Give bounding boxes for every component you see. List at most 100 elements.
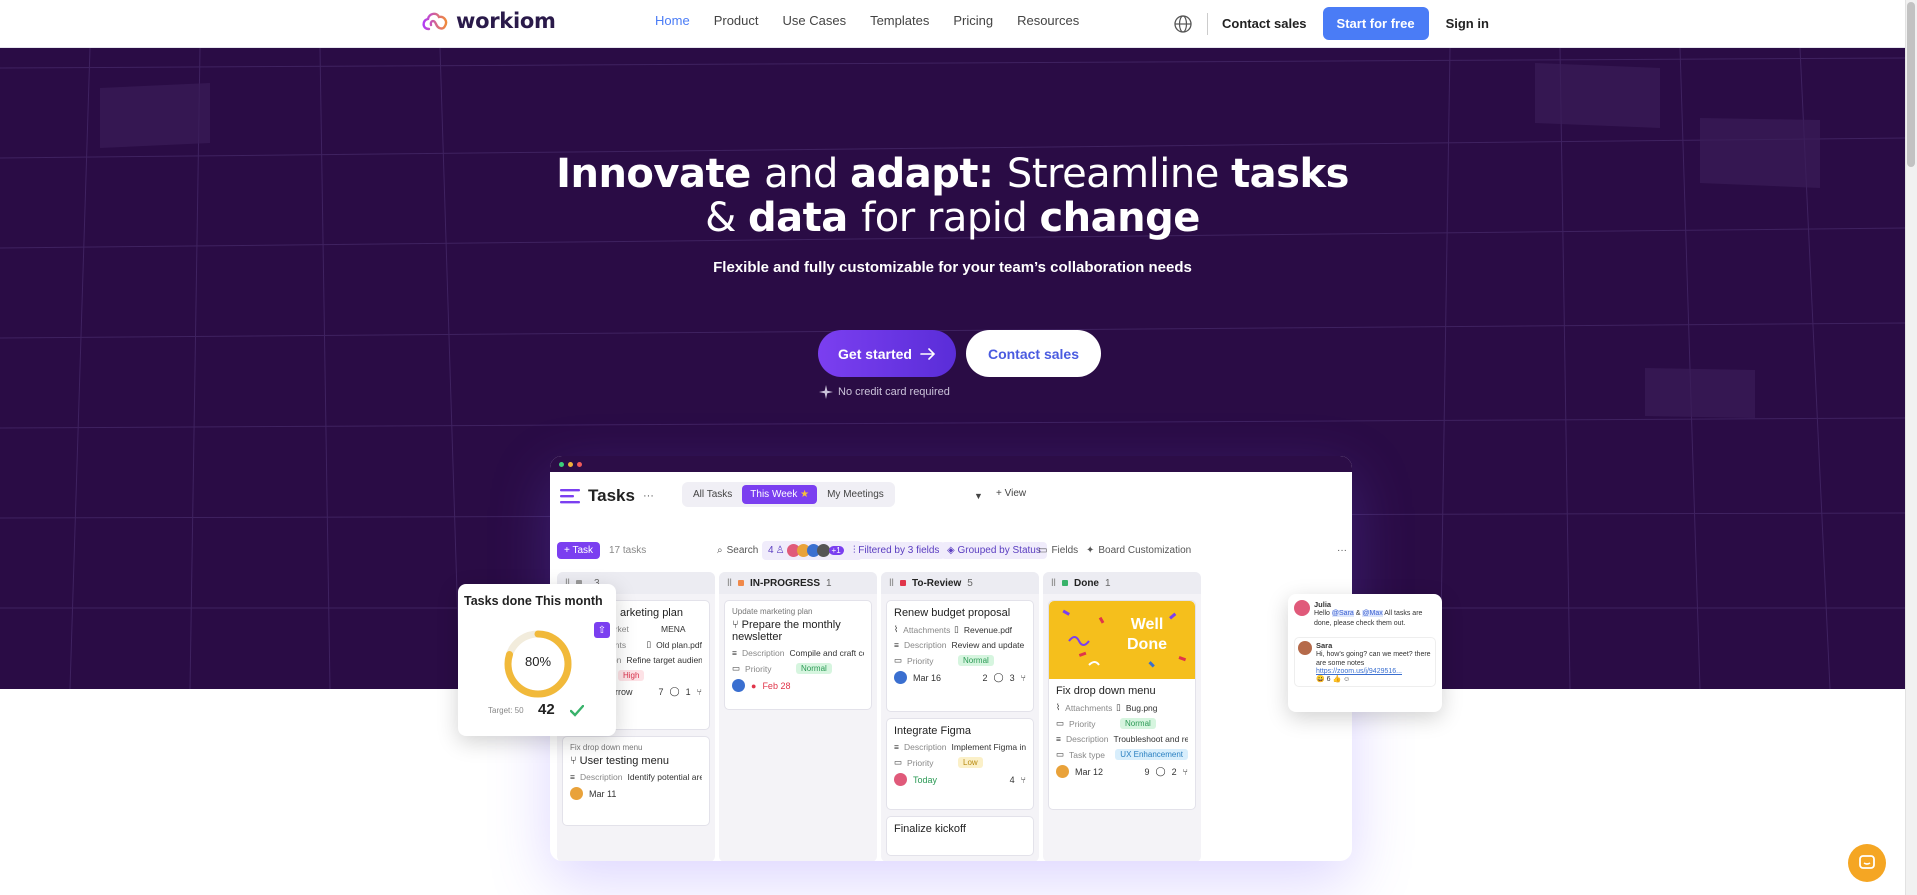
nav-home[interactable]: Home	[655, 13, 690, 28]
avatar	[894, 773, 907, 786]
fields-label: Fields	[1051, 544, 1079, 556]
card-title: Integrate Figma	[894, 725, 972, 737]
hero-title-line-1: Innovate and adapt: Streamline tasks	[0, 152, 1905, 196]
mention[interactable]: @Sara	[1331, 610, 1354, 617]
priority-tag: Normal	[958, 655, 994, 666]
board-column: ‖ To-Review 5 Renew budget proposal ⌇ Attac…	[881, 572, 1039, 861]
chat-message-body: Sara Hi, how's going? can we meet? there…	[1316, 641, 1432, 683]
view-this-week-label: This Week	[750, 489, 798, 500]
no-credit-card-note: No credit card required	[818, 384, 950, 400]
group-button[interactable]: ◈ Grouped by Status	[941, 541, 1047, 559]
view-this-week[interactable]: This Week ★	[742, 485, 818, 504]
title-word: Innovate	[556, 151, 765, 197]
field-label: Description	[741, 648, 785, 658]
support-chat-button[interactable]	[1848, 844, 1886, 882]
status-dot	[737, 580, 744, 586]
logo[interactable]: workiom	[420, 9, 556, 33]
start-for-free-button[interactable]: Start for free	[1322, 7, 1429, 40]
search-label: Search	[726, 544, 759, 556]
card-title-text: Prepare the monthly newsletter	[732, 619, 841, 643]
sign-in-link[interactable]: Sign in	[1446, 16, 1489, 31]
file-icon: ▯	[646, 639, 652, 649]
comment-icon: ◯	[1155, 766, 1166, 776]
field-value: Compile and craft cont...	[789, 648, 865, 658]
task-card[interactable]: Renew budget proposal ⌇ Attachments ▯ Reven…	[886, 600, 1034, 712]
globe-icon[interactable]	[1173, 14, 1193, 34]
title-word: Streamline	[1006, 151, 1232, 197]
task-card[interactable]: Fix drop down menu ⑂ User testing menu ≡…	[562, 736, 710, 826]
nav-templates[interactable]: Templates	[870, 13, 929, 28]
column-header: ‖ IN-PROGRESS 1	[719, 572, 877, 594]
logo-text: workiom	[456, 9, 556, 33]
due-date: Feb 28	[762, 680, 791, 691]
more-people-badge: +1	[828, 545, 844, 555]
card-field: ≡ Description Implement Figma inte...	[894, 742, 1026, 752]
app-header: Tasks ···	[560, 486, 654, 506]
top-navbar: workiom Home Product Use Cases Templates…	[0, 0, 1905, 48]
fields-button[interactable]: ▭ Fields	[1038, 540, 1078, 560]
task-type-tag: UX Enhancement	[1115, 749, 1188, 760]
arrow-right-icon	[920, 347, 936, 360]
task-card[interactable]: Integrate Figma ≡ Description Implement Fi…	[886, 718, 1034, 810]
nav-contact-sales-link[interactable]: Contact sales	[1222, 16, 1307, 31]
card-field: ⌇ Attachments ▯ Revenue.pdf	[894, 624, 1026, 635]
board-column: ‖ Done 1 Well Done Fix drop down menu ⌇ Att…	[1043, 572, 1201, 861]
chat-message: Julia Hello @Sara & @Max All tasks are d…	[1294, 600, 1436, 629]
add-task-button[interactable]: + Task	[557, 541, 600, 559]
well-done-banner: Well Done	[1049, 601, 1195, 679]
card-title: Renew budget proposal	[894, 607, 1011, 619]
status-dot	[1061, 580, 1068, 586]
chevron-down-icon[interactable]: ▼	[974, 491, 983, 501]
card-footer: Mar 16 2 ◯ 3 ⑂	[894, 671, 1026, 684]
task-card[interactable]: Well Done Fix drop down menu ⌇ Attachment…	[1048, 600, 1196, 810]
window-dot-icon	[577, 461, 582, 467]
nav-product[interactable]: Product	[714, 13, 759, 28]
view-all-tasks[interactable]: All Tasks	[685, 485, 740, 504]
drag-handle-icon[interactable]: ‖	[727, 578, 732, 589]
add-view-button[interactable]: + View	[996, 488, 1026, 499]
card-field: ▭ Priority Normal	[894, 655, 1026, 666]
progress-percent: 80%	[524, 654, 552, 669]
nav-pricing[interactable]: Pricing	[953, 13, 993, 28]
more-options-icon[interactable]: ···	[643, 490, 654, 502]
nav-resources[interactable]: Resources	[1017, 13, 1079, 28]
card-field: ≡ Description Troubleshoot and resol...	[1056, 734, 1188, 744]
column-name: Done	[1073, 577, 1099, 589]
app-title: Tasks	[588, 486, 635, 505]
drag-handle-icon[interactable]: ‖	[889, 578, 894, 589]
get-started-label: Get started	[838, 345, 912, 362]
board-customization-button[interactable]: ✦ Board Customization	[1086, 540, 1191, 560]
drag-handle-icon[interactable]: ‖	[1051, 578, 1056, 589]
chat-user-name: Julia	[1314, 600, 1332, 609]
field-value: Troubleshoot and resol...	[1113, 734, 1189, 744]
more-options-icon[interactable]: ···	[1337, 545, 1347, 556]
target-label: Target: 50	[488, 706, 524, 715]
alert-icon: ●	[751, 680, 757, 691]
hero-contact-sales-button[interactable]: Contact sales	[966, 330, 1101, 377]
subtask-count: 1	[685, 686, 691, 697]
description-icon: ≡	[894, 742, 899, 752]
search-button[interactable]: ⌕ Search	[717, 540, 758, 560]
subtask-icon: ⑂	[696, 686, 702, 697]
avatar	[1056, 765, 1069, 778]
get-started-button[interactable]: Get started	[818, 330, 956, 377]
nav-use-cases[interactable]: Use Cases	[783, 13, 847, 28]
priority-icon: ▭	[1056, 718, 1065, 728]
chat-text-part: Hello	[1314, 610, 1330, 617]
task-card[interactable]: Finalize kickoff	[886, 816, 1034, 856]
filter-button[interactable]: ⫶ Filtered by 3 fields	[847, 541, 946, 559]
fields-icon: ▭	[1038, 544, 1048, 556]
chat-reactions[interactable]: 😀 6 👍 ☺	[1316, 675, 1432, 683]
field-value: Bug.png	[1125, 702, 1158, 713]
scrollbar-thumb[interactable]	[1907, 2, 1915, 167]
mention[interactable]: @Max	[1362, 610, 1383, 617]
card-body: Fix drop down menu ⌇ Attachments ▯ Bug.png …	[1049, 679, 1195, 784]
field-label: arket	[610, 624, 629, 634]
view-my-meetings[interactable]: My Meetings	[819, 485, 892, 504]
reaction-count: 6	[1326, 676, 1331, 683]
task-card[interactable]: Update marketing plan ⑂ Prepare the mont…	[724, 600, 872, 710]
comment-count: 9	[1144, 766, 1150, 777]
menu-icon[interactable]	[560, 488, 580, 504]
chat-link[interactable]: https://zoom.us/j/9429516...	[1316, 668, 1432, 675]
description-icon: ≡	[1056, 734, 1061, 744]
